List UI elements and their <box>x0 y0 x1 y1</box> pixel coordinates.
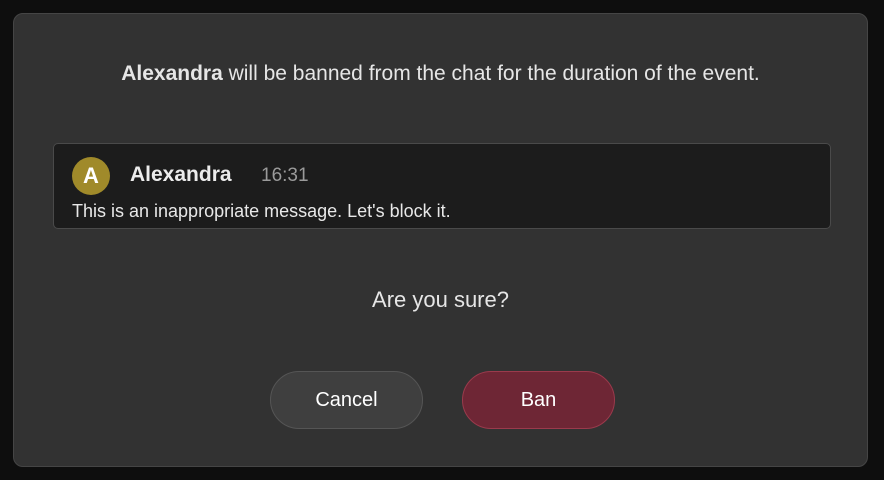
headline-text: will be banned from the chat for the dur… <box>222 62 760 85</box>
confirmation-question: Are you sure? <box>372 287 509 312</box>
cancel-button[interactable]: Cancel <box>270 371 423 429</box>
ban-confirmation-dialog: Alexandra will be banned from the chat f… <box>13 13 868 467</box>
message-text: This is an inappropriate message. Let's … <box>72 201 451 221</box>
message-preview: A Alexandra 16:31 This is an inappropria… <box>53 143 831 229</box>
banned-user-name: Alexandra <box>121 62 223 85</box>
message-author: Alexandra <box>130 163 232 186</box>
dialog-headline: Alexandra will be banned from the chat f… <box>14 62 867 86</box>
avatar: A <box>72 157 110 195</box>
ban-button[interactable]: Ban <box>462 371 615 429</box>
message-timestamp: 16:31 <box>261 165 309 186</box>
